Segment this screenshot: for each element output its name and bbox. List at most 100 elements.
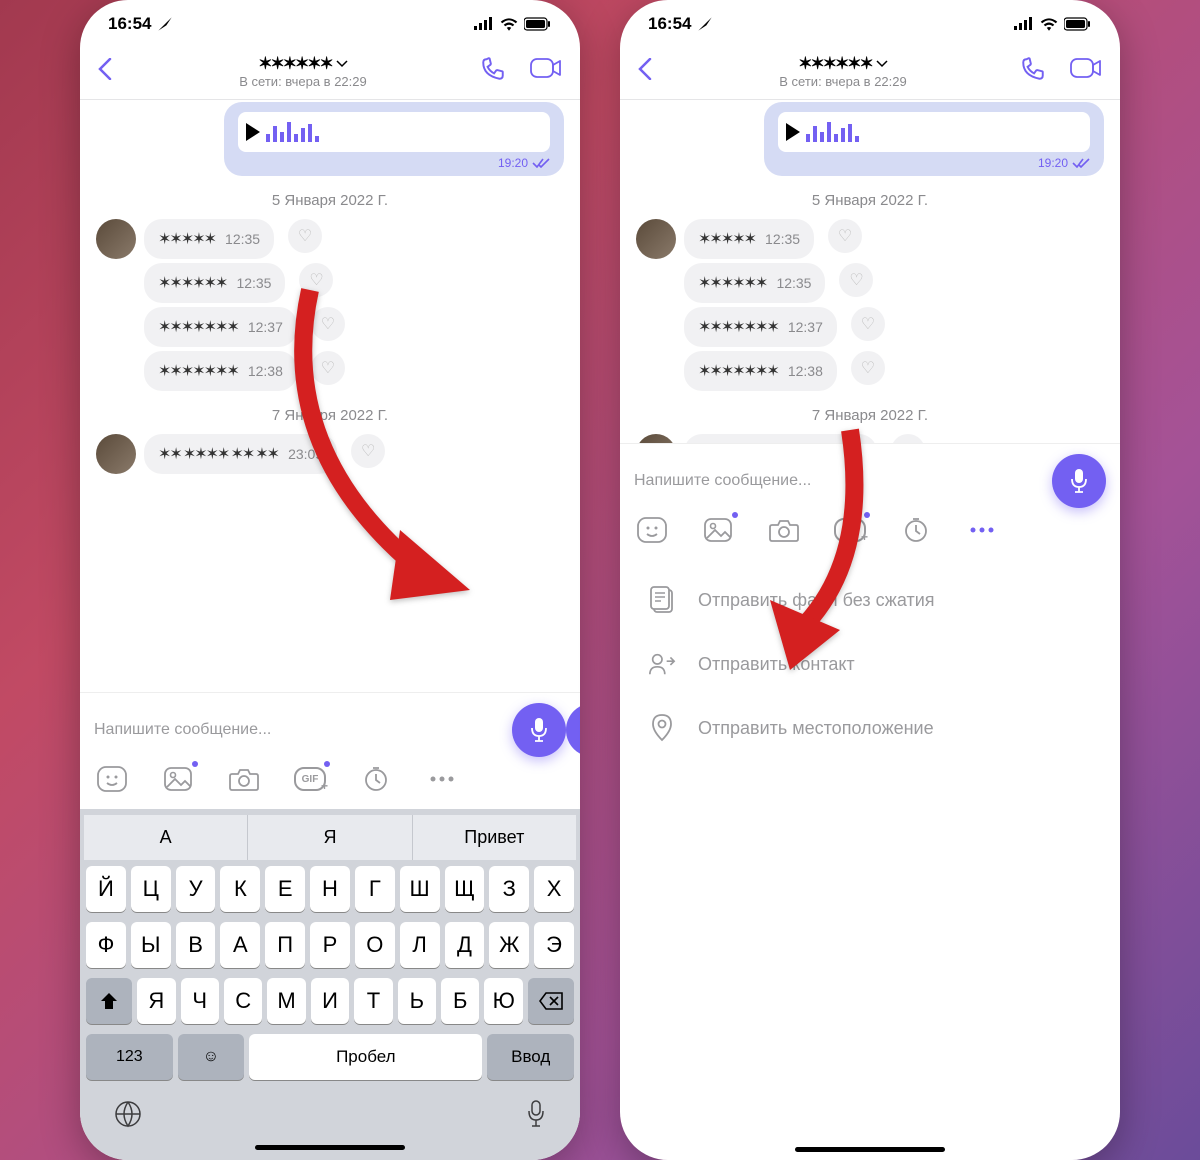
key[interactable]: П bbox=[265, 922, 305, 968]
key[interactable]: Ц bbox=[131, 866, 171, 912]
timer-button[interactable] bbox=[900, 514, 932, 546]
send-file-item[interactable]: Отправить файл без сжатия bbox=[620, 568, 1120, 632]
home-indicator[interactable] bbox=[255, 1145, 405, 1150]
key[interactable]: Е bbox=[265, 866, 305, 912]
voice-record-button[interactable] bbox=[1052, 454, 1106, 508]
key[interactable]: Р bbox=[310, 922, 350, 968]
avatar[interactable] bbox=[636, 219, 676, 259]
voice-call-button[interactable] bbox=[480, 56, 512, 88]
incoming-message[interactable]: ✶✶ ✶✶✶✶ ✶✶ ✶✶ 23:09 bbox=[684, 434, 877, 443]
key[interactable]: Ч bbox=[181, 978, 219, 1024]
emoji-key[interactable]: ☺ bbox=[178, 1034, 245, 1080]
send-location-item[interactable]: Отправить местоположение bbox=[620, 696, 1120, 760]
key[interactable]: З bbox=[489, 866, 529, 912]
camera-button[interactable] bbox=[768, 514, 800, 546]
enter-key[interactable]: Ввод bbox=[487, 1034, 574, 1080]
suggestion[interactable]: Я bbox=[248, 815, 412, 860]
key[interactable]: Б bbox=[441, 978, 479, 1024]
key[interactable]: Й bbox=[86, 866, 126, 912]
more-button[interactable] bbox=[966, 514, 998, 546]
dictation-key[interactable] bbox=[526, 1100, 546, 1135]
key[interactable]: Щ bbox=[445, 866, 485, 912]
incoming-message[interactable]: ✶✶✶✶✶✶ 12:35 bbox=[684, 263, 825, 303]
camera-button[interactable] bbox=[228, 763, 260, 795]
key[interactable]: Ш bbox=[400, 866, 440, 912]
avatar[interactable] bbox=[636, 434, 676, 443]
incoming-message[interactable]: ✶✶ ✶✶✶✶ ✶✶ ✶✶ 23:09 bbox=[144, 434, 337, 474]
incoming-message[interactable]: ✶✶✶✶✶ 12:35 bbox=[144, 219, 274, 259]
avatar[interactable] bbox=[96, 219, 136, 259]
react-button[interactable]: ♡ bbox=[311, 307, 345, 341]
outgoing-message[interactable]: 19:20 bbox=[764, 102, 1104, 176]
react-button[interactable]: ♡ bbox=[891, 434, 925, 443]
timer-button[interactable] bbox=[360, 763, 392, 795]
key[interactable]: Ф bbox=[86, 922, 126, 968]
audio-message[interactable] bbox=[778, 112, 1090, 152]
key[interactable]: Г bbox=[355, 866, 395, 912]
key[interactable]: Н bbox=[310, 866, 350, 912]
key[interactable]: К bbox=[220, 866, 260, 912]
key[interactable]: У bbox=[176, 866, 216, 912]
key[interactable]: Ь bbox=[398, 978, 436, 1024]
key[interactable]: М bbox=[267, 978, 305, 1024]
key[interactable]: Ы bbox=[131, 922, 171, 968]
back-button[interactable] bbox=[638, 56, 666, 87]
key[interactable]: Т bbox=[354, 978, 392, 1024]
react-button[interactable]: ♡ bbox=[851, 307, 885, 341]
key[interactable]: Д bbox=[445, 922, 485, 968]
incoming-message[interactable]: ✶✶✶✶✶✶✶ 12:38 bbox=[144, 351, 297, 391]
react-button[interactable]: ♡ bbox=[311, 351, 345, 385]
back-button[interactable] bbox=[98, 56, 126, 87]
key[interactable]: О bbox=[355, 922, 395, 968]
key[interactable]: И bbox=[311, 978, 349, 1024]
key[interactable]: Я bbox=[137, 978, 175, 1024]
outgoing-message[interactable]: 19:20 bbox=[224, 102, 564, 176]
contact-name[interactable]: ✶✶✶✶✶✶ bbox=[258, 54, 347, 74]
gif-button[interactable]: GIF+ bbox=[294, 763, 326, 795]
contact-name[interactable]: ✶✶✶✶✶✶ bbox=[798, 54, 887, 74]
globe-key[interactable] bbox=[114, 1100, 142, 1135]
message-input[interactable]: Напишите сообщение... bbox=[634, 464, 1042, 498]
more-button[interactable] bbox=[426, 763, 458, 795]
sticker-button[interactable] bbox=[96, 763, 128, 795]
key[interactable]: А bbox=[220, 922, 260, 968]
play-icon[interactable] bbox=[786, 123, 800, 141]
space-key[interactable]: Пробел bbox=[249, 1034, 482, 1080]
gallery-button[interactable] bbox=[162, 763, 194, 795]
video-call-button[interactable] bbox=[1070, 56, 1102, 88]
key[interactable]: В bbox=[176, 922, 216, 968]
message-input[interactable]: Напишите сообщение... bbox=[94, 713, 502, 747]
key[interactable]: Х bbox=[534, 866, 574, 912]
key[interactable]: С bbox=[224, 978, 262, 1024]
react-button[interactable]: ♡ bbox=[351, 434, 385, 468]
sticker-button[interactable] bbox=[636, 514, 668, 546]
incoming-message[interactable]: ✶✶✶✶✶✶ 12:35 bbox=[144, 263, 285, 303]
shift-key[interactable] bbox=[86, 978, 132, 1024]
react-button[interactable]: ♡ bbox=[828, 219, 862, 253]
suggestion[interactable]: Привет bbox=[413, 815, 576, 860]
incoming-message[interactable]: ✶✶✶✶✶✶✶ 12:37 bbox=[144, 307, 297, 347]
gallery-button[interactable] bbox=[702, 514, 734, 546]
send-contact-item[interactable]: Отправить контакт bbox=[620, 632, 1120, 696]
voice-call-button[interactable] bbox=[1020, 56, 1052, 88]
play-icon[interactable] bbox=[246, 123, 260, 141]
video-call-button[interactable] bbox=[530, 56, 562, 88]
key[interactable]: Ж bbox=[489, 922, 529, 968]
suggestion[interactable]: А bbox=[84, 815, 248, 860]
react-button[interactable]: ♡ bbox=[288, 219, 322, 253]
react-button[interactable]: ♡ bbox=[851, 351, 885, 385]
incoming-message[interactable]: ✶✶✶✶✶✶✶ 12:37 bbox=[684, 307, 837, 347]
backspace-key[interactable] bbox=[528, 978, 574, 1024]
audio-message[interactable] bbox=[238, 112, 550, 152]
home-indicator[interactable] bbox=[795, 1147, 945, 1152]
numbers-key[interactable]: 123 bbox=[86, 1034, 173, 1080]
avatar[interactable] bbox=[96, 434, 136, 474]
incoming-message[interactable]: ✶✶✶✶✶✶✶ 12:38 bbox=[684, 351, 837, 391]
react-button[interactable]: ♡ bbox=[839, 263, 873, 297]
voice-record-button[interactable] bbox=[512, 703, 566, 757]
key[interactable]: Э bbox=[534, 922, 574, 968]
key[interactable]: Ю bbox=[484, 978, 522, 1024]
key[interactable]: Л bbox=[400, 922, 440, 968]
react-button[interactable]: ♡ bbox=[299, 263, 333, 297]
incoming-message[interactable]: ✶✶✶✶✶ 12:35 bbox=[684, 219, 814, 259]
